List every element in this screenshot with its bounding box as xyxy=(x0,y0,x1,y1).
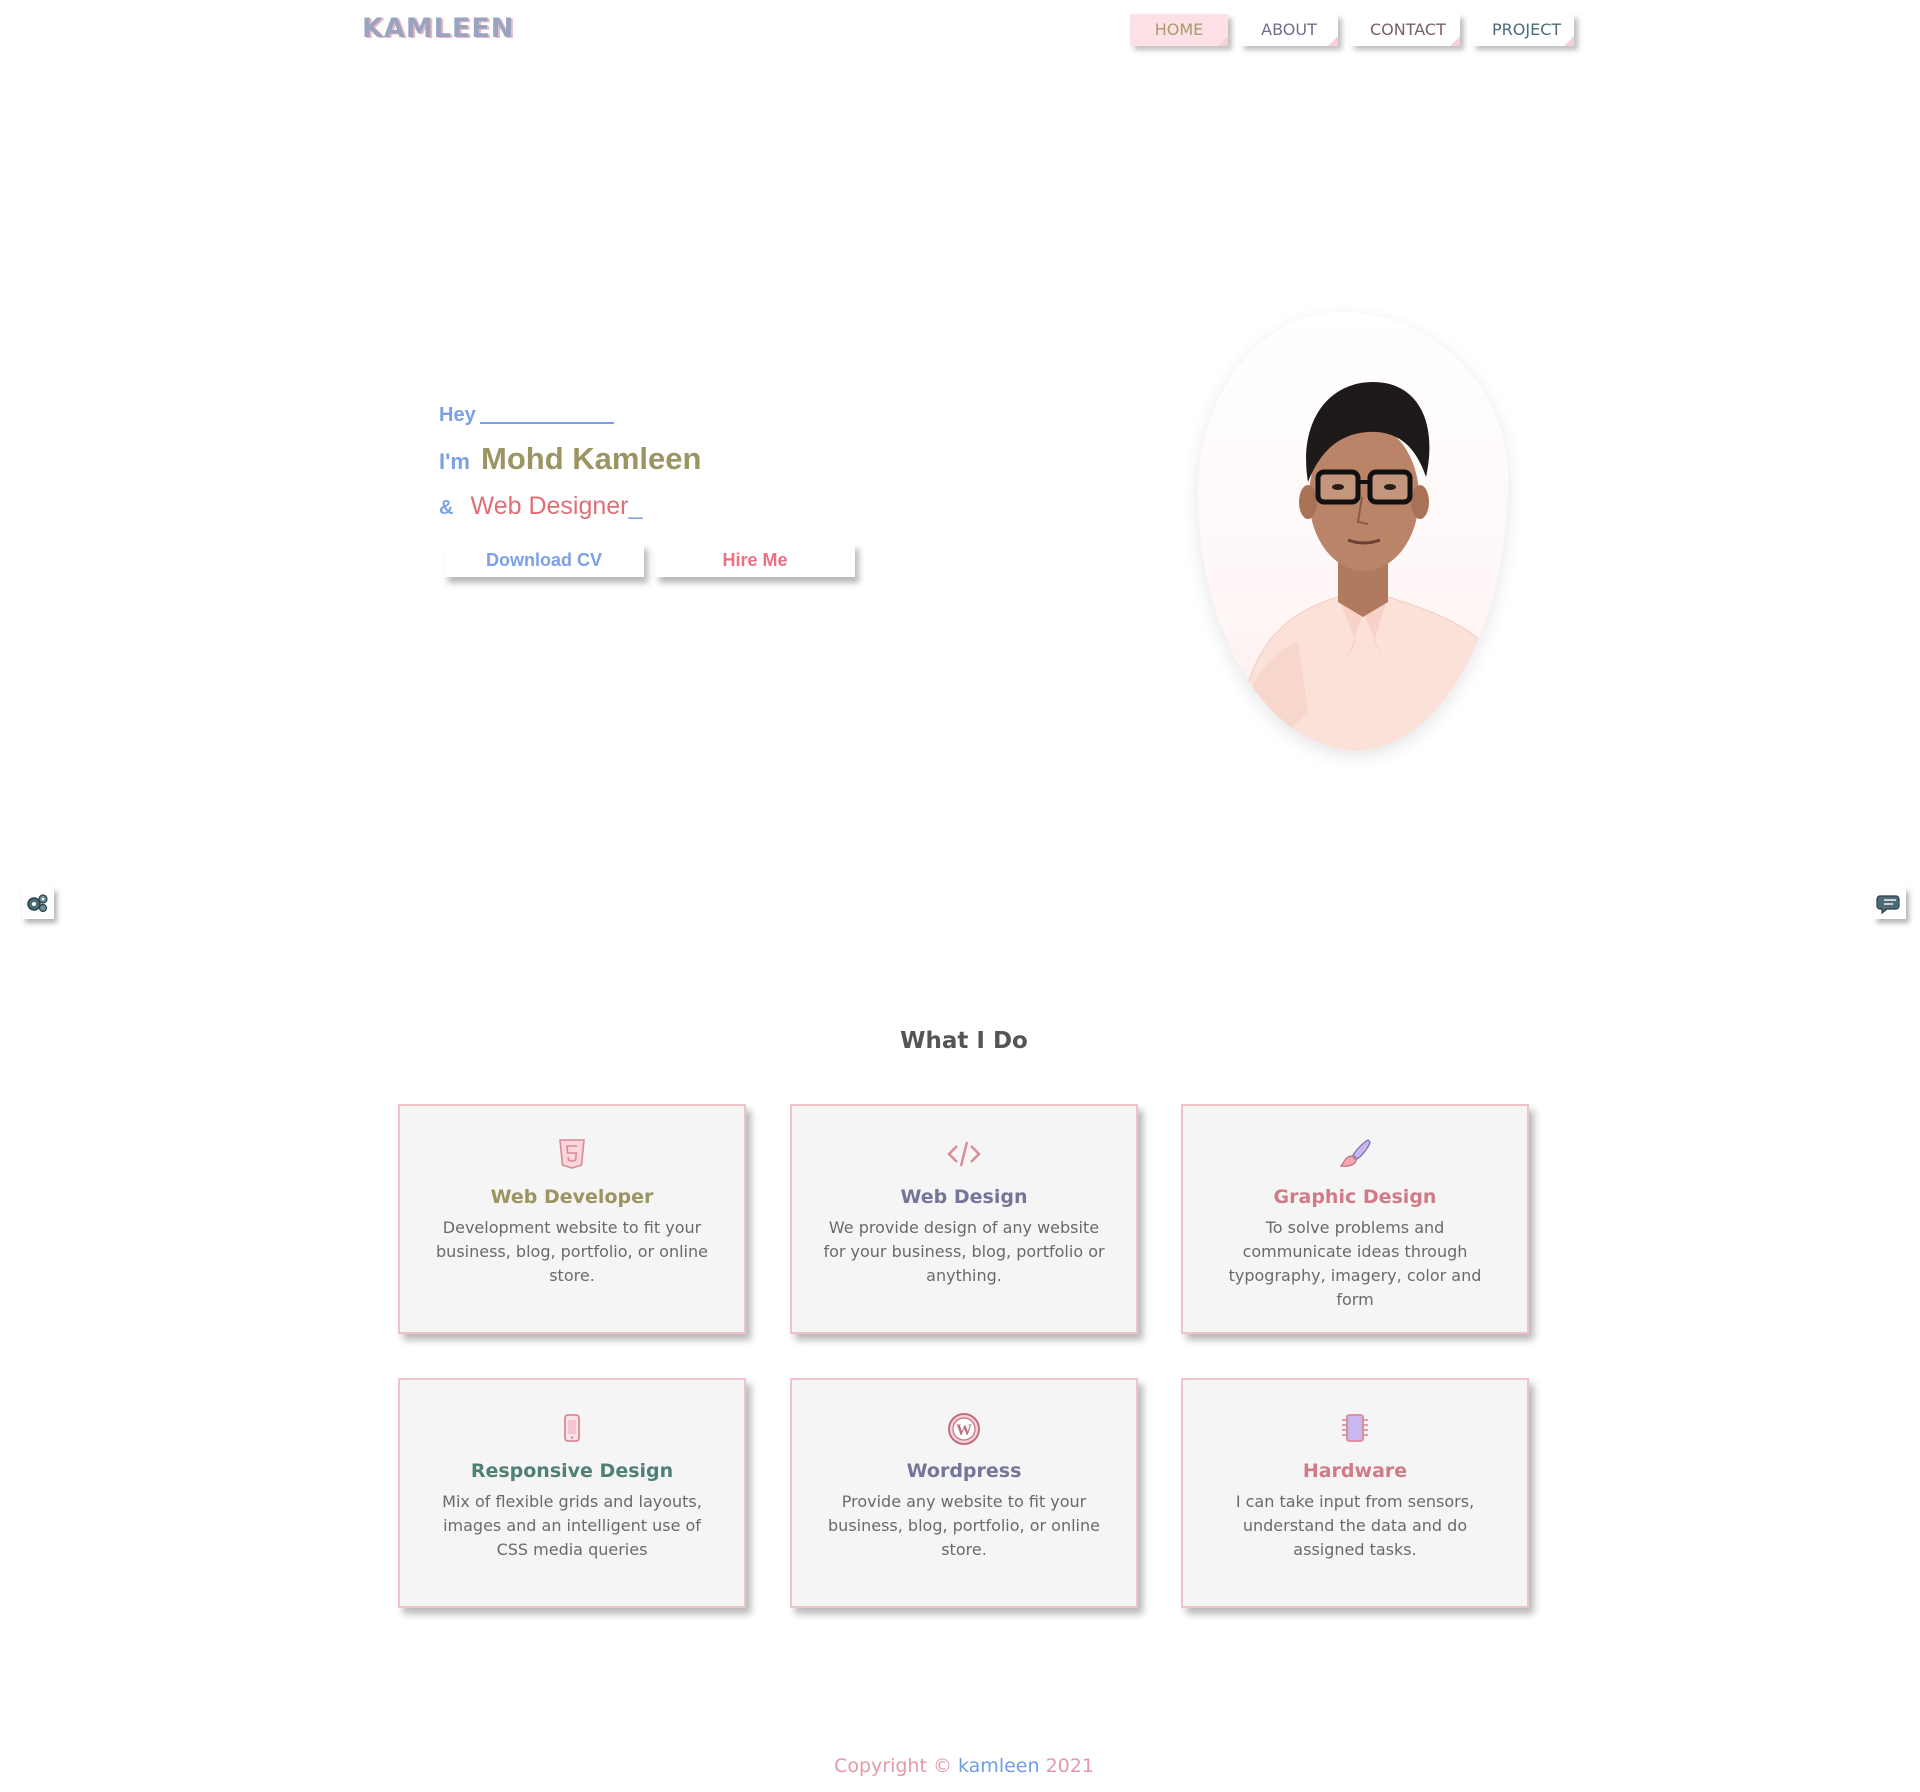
footer-copyright: Copyright © kamleen 2021 xyxy=(0,1755,1920,1777)
paint-brush-icon xyxy=(1183,1138,1527,1172)
ampersand-text: & xyxy=(439,497,454,519)
hero-role-row: & Web Designer_ xyxy=(439,492,642,521)
html5-icon xyxy=(400,1138,744,1172)
profile-portrait xyxy=(1198,312,1508,750)
greeting-text: Hey xyxy=(439,404,476,426)
hero-name: Mohd Kamleen xyxy=(481,441,702,476)
code-icon xyxy=(792,1138,1136,1172)
service-title: Hardware xyxy=(1302,1460,1408,1482)
chat-bubbles-icon xyxy=(1876,895,1900,915)
nav-project[interactable]: PROJECT xyxy=(1472,14,1574,46)
portrait-illustration xyxy=(1237,382,1504,750)
service-title: Web Developer xyxy=(490,1186,654,1208)
nav-home[interactable]: HOME xyxy=(1130,14,1228,46)
typing-cursor: _ xyxy=(628,492,643,520)
footer-brand-link[interactable]: kamleen xyxy=(958,1755,1040,1777)
service-description: To solve problems and communicate ideas … xyxy=(1228,1218,1482,1309)
service-card-wordpress: W Wordpress Provide any website to fit y… xyxy=(790,1378,1138,1608)
mobile-phone-icon xyxy=(400,1412,744,1446)
service-description: Development website to fit your business… xyxy=(436,1218,708,1285)
copyright-year: 2021 xyxy=(1045,1755,1094,1777)
service-card-responsive-design: Responsive Design Mix of flexible grids … xyxy=(398,1378,746,1608)
download-cv-button[interactable]: Download CV xyxy=(444,543,644,577)
svg-text:W: W xyxy=(956,1422,972,1439)
services-title: What I Do xyxy=(900,1028,1028,1054)
copyright-prefix: Copyright © xyxy=(834,1755,952,1777)
hero-name-row: I'm Mohd Kamleen xyxy=(439,441,701,477)
chat-button[interactable] xyxy=(1874,887,1906,919)
service-title: Graphic Design xyxy=(1273,1186,1437,1208)
service-description: I can take input from sensors, understan… xyxy=(1235,1492,1475,1559)
im-text: I'm xyxy=(439,449,470,474)
page: KAMLEEN HOME ABOUT CONTACT PROJECT Hey I… xyxy=(0,0,1920,1792)
wordpress-icon: W xyxy=(792,1412,1136,1446)
service-title: Wordpress xyxy=(906,1460,1022,1482)
service-description: We provide design of any website for you… xyxy=(823,1218,1105,1285)
main-nav: HOME ABOUT CONTACT PROJECT xyxy=(1130,14,1574,46)
service-card-hardware: Hardware I can take input from sensors, … xyxy=(1181,1378,1529,1608)
hero-role: Web Designer xyxy=(470,492,629,520)
hero-greeting: Hey xyxy=(439,404,614,427)
service-title: Responsive Design xyxy=(470,1460,674,1482)
service-card-web-developer: Web Developer Development website to fit… xyxy=(398,1104,746,1334)
service-title: Web Design xyxy=(900,1186,1028,1208)
service-card-graphic-design: Graphic Design To solve problems and com… xyxy=(1181,1104,1529,1334)
settings-toggle-button[interactable] xyxy=(22,887,54,919)
hire-me-button[interactable]: Hire Me xyxy=(655,543,855,577)
microchip-icon xyxy=(1183,1412,1527,1446)
service-description: Mix of flexible grids and layouts, image… xyxy=(442,1492,702,1559)
service-card-web-design: Web Design We provide design of any webs… xyxy=(790,1104,1138,1334)
greeting-underline xyxy=(479,422,614,424)
service-description: Provide any website to fit your business… xyxy=(828,1492,1100,1559)
nav-contact[interactable]: CONTACT xyxy=(1350,14,1460,46)
site-logo[interactable]: KAMLEEN xyxy=(362,13,514,44)
settings-cogs-icon xyxy=(27,894,48,913)
nav-about[interactable]: ABOUT xyxy=(1240,14,1338,46)
portrait-blob xyxy=(1198,312,1508,750)
